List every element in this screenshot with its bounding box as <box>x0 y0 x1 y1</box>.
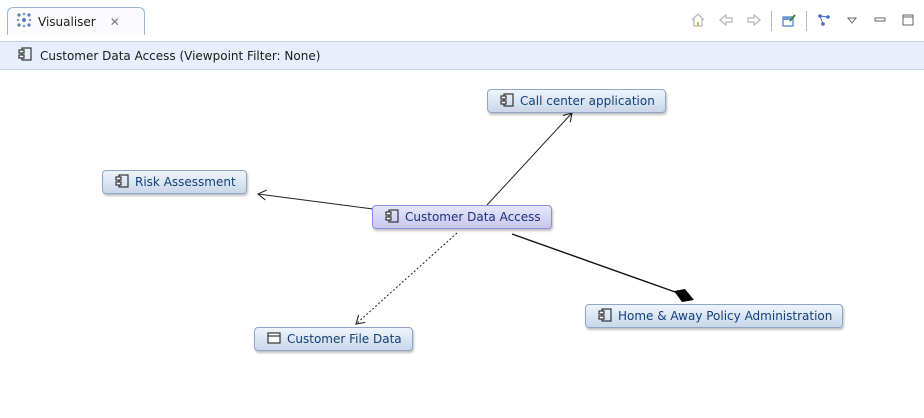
component-icon <box>115 173 129 191</box>
node-label: Risk Assessment <box>135 175 236 189</box>
node-risk-assessment[interactable]: Risk Assessment <box>102 170 247 194</box>
node-label: Customer File Data <box>287 332 402 346</box>
layout-button[interactable] <box>810 8 838 34</box>
view-toolbar <box>684 8 924 34</box>
tab-label: Visualiser <box>38 14 96 29</box>
node-call-center-application[interactable]: Call center application <box>487 89 666 113</box>
home-button[interactable] <box>684 8 712 34</box>
forward-arrow-icon <box>746 12 762 31</box>
component-icon <box>598 307 612 325</box>
toolbar-separator <box>771 11 772 31</box>
pin-icon <box>781 12 797 31</box>
component-icon <box>500 92 514 110</box>
node-customer-data-access[interactable]: Customer Data Access <box>372 205 552 229</box>
tab-visualiser[interactable]: Visualiser ✕ <box>7 7 145 35</box>
toolbar-separator <box>806 11 807 31</box>
data-object-icon <box>267 331 281 348</box>
layout-icon <box>816 12 832 31</box>
close-icon[interactable]: ✕ <box>110 15 120 29</box>
view-menu-icon <box>846 14 858 29</box>
minimize-icon <box>873 13 887 30</box>
forward-button[interactable] <box>740 8 768 34</box>
visualiser-header: Customer Data Access (Viewpoint Filter: … <box>0 42 924 70</box>
visualiser-canvas[interactable] <box>0 70 924 418</box>
node-label: Home & Away Policy Administration <box>618 309 833 323</box>
component-icon <box>385 208 399 226</box>
node-label: Call center application <box>520 94 655 108</box>
pin-button[interactable] <box>775 8 803 34</box>
view-tab-bar: Visualiser ✕ <box>0 0 924 42</box>
view-menu-button[interactable] <box>838 8 866 34</box>
visualiser-header-title: Customer Data Access (Viewpoint Filter: … <box>40 48 321 63</box>
component-icon <box>18 47 32 64</box>
visualiser-icon <box>16 12 32 31</box>
home-icon <box>690 12 706 31</box>
maximize-button[interactable] <box>894 8 922 34</box>
maximize-icon <box>901 13 915 30</box>
node-customer-file-data[interactable]: Customer File Data <box>254 327 413 351</box>
minimize-button[interactable] <box>866 8 894 34</box>
node-label: Customer Data Access <box>405 210 541 224</box>
node-home-away-policy-administration[interactable]: Home & Away Policy Administration <box>585 304 844 328</box>
back-button[interactable] <box>712 8 740 34</box>
back-arrow-icon <box>718 12 734 31</box>
